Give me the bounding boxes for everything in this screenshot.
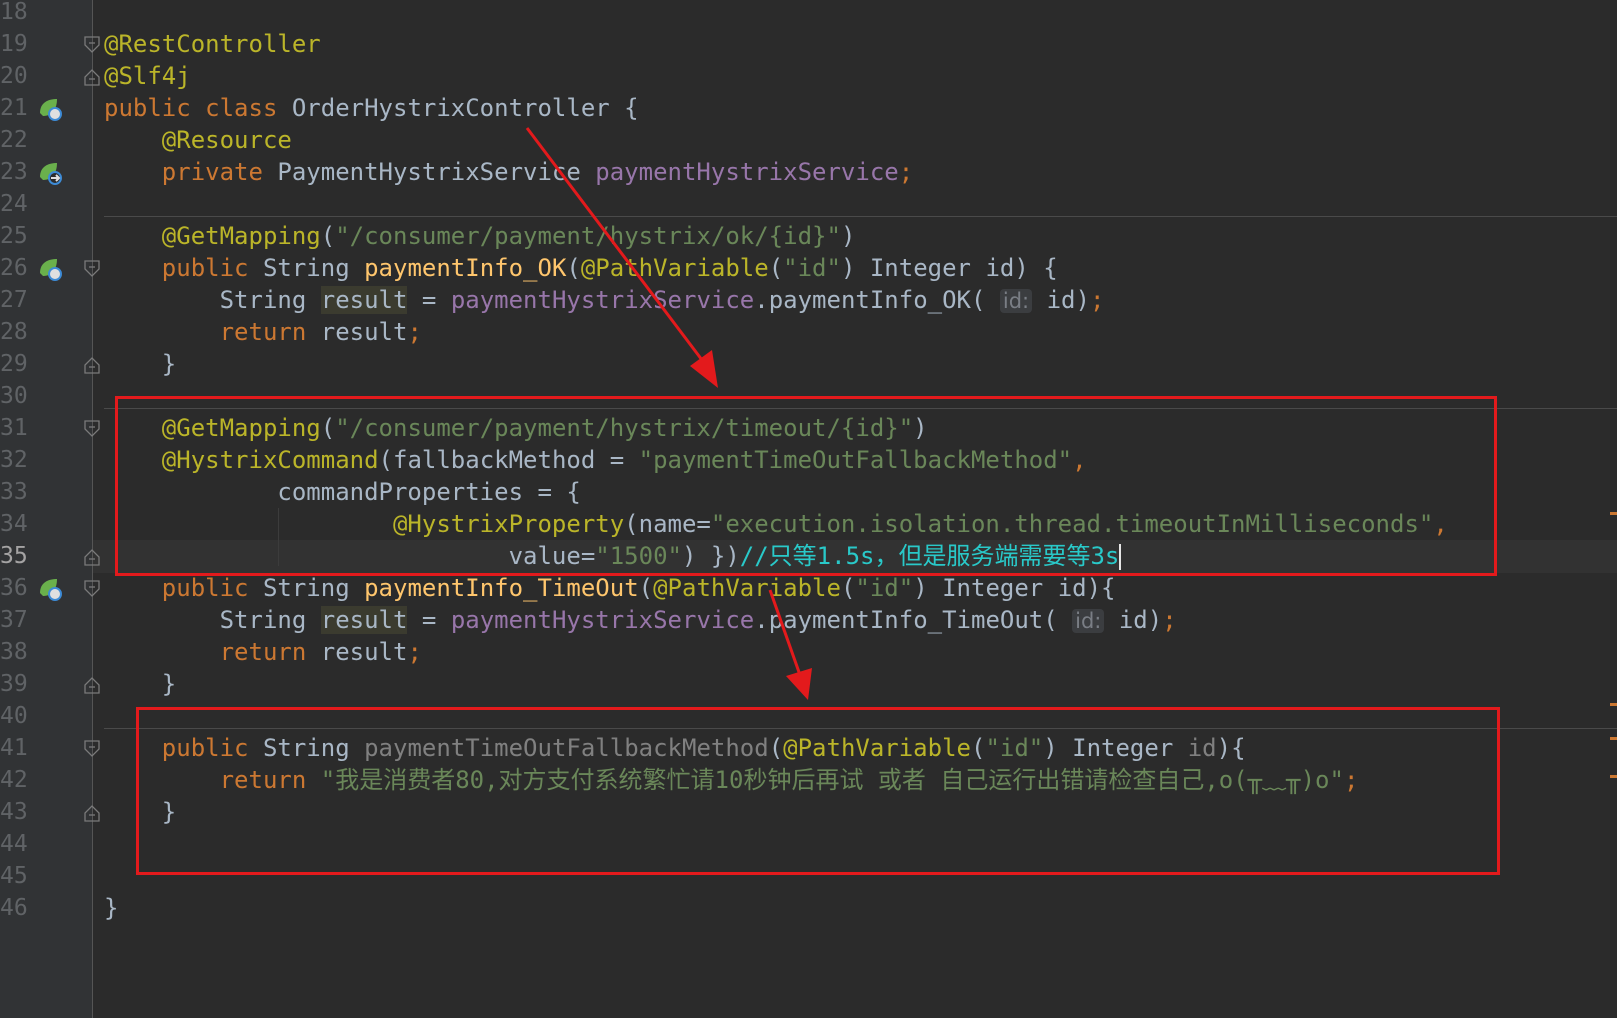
line-number: 28: [0, 319, 28, 345]
spring-bean-icon[interactable]: [37, 96, 63, 122]
line-number: 40: [0, 703, 28, 729]
line-number: 36: [0, 575, 28, 601]
gutter-row: 31: [0, 412, 110, 445]
line-number: 45: [0, 863, 28, 889]
gutter-row: 18: [0, 0, 110, 29]
gutter-row: 30: [0, 380, 110, 413]
gutter-row: 24: [0, 188, 110, 221]
web-endpoint-icon[interactable]: [37, 576, 63, 602]
gutter-row: 41: [0, 732, 110, 765]
line-number: 44: [0, 831, 28, 857]
gutter-row: 38: [0, 636, 110, 669]
autowired-navigate-icon[interactable]: [37, 160, 63, 186]
fold-collapse-icon[interactable]: [84, 260, 100, 278]
line-number: 33: [0, 479, 28, 505]
gutter-row: 19: [0, 28, 110, 61]
line-number: 42: [0, 767, 28, 793]
gutter-row: 23: [0, 156, 110, 189]
line-number: 41: [0, 735, 28, 761]
gutter-row: 36: [0, 572, 110, 605]
fold-end-icon[interactable]: [84, 804, 100, 822]
line-number: 22: [0, 127, 28, 153]
line-number: 20: [0, 63, 28, 89]
fold-end-icon[interactable]: [84, 548, 100, 566]
line-number: 29: [0, 351, 28, 377]
line-number: 25: [0, 223, 28, 249]
arrow-shaft: [525, 127, 704, 361]
fold-collapse-icon[interactable]: [84, 36, 100, 54]
annotation-arrows: [525, 127, 812, 700]
gutter-row: 43: [0, 796, 110, 829]
gutter-row: 37: [0, 604, 110, 637]
line-number: 37: [0, 607, 28, 633]
line-number: 26: [0, 255, 28, 281]
gutter-row: 29: [0, 348, 110, 381]
gutter-row: 46: [0, 892, 110, 925]
fold-end-icon[interactable]: [84, 356, 100, 374]
web-endpoint-icon[interactable]: [37, 256, 63, 282]
fold-collapse-icon[interactable]: [84, 420, 100, 438]
fold-end-icon[interactable]: [84, 676, 100, 694]
line-number: 23: [0, 159, 28, 185]
gutter-row: 40: [0, 700, 110, 733]
gutter-row: 32: [0, 444, 110, 477]
line-number: 31: [0, 415, 28, 441]
line-number: 43: [0, 799, 28, 825]
fold-collapse-icon[interactable]: [84, 740, 100, 758]
gutter-row: 25: [0, 220, 110, 253]
arrow-head: [690, 350, 718, 388]
line-number: 39: [0, 671, 28, 697]
line-number: 38: [0, 639, 28, 665]
fold-collapse-icon[interactable]: [84, 580, 100, 598]
line-number: 21: [0, 95, 28, 121]
fold-end-icon[interactable]: [84, 68, 100, 86]
gutter-row: 44: [0, 828, 110, 861]
gutter-row: 39: [0, 668, 110, 701]
line-number: 18: [0, 0, 28, 25]
line-number: 34: [0, 511, 28, 537]
gutter-row: 21: [0, 92, 110, 125]
line-number: 32: [0, 447, 28, 473]
gutter-row: 35: [0, 540, 110, 573]
gutter-row: 42: [0, 764, 110, 797]
gutter-row: 20: [0, 60, 110, 93]
gutter-row: 28: [0, 316, 110, 349]
line-number: 19: [0, 31, 28, 57]
line-number: 30: [0, 383, 28, 409]
gutter-row: 33: [0, 476, 110, 509]
line-number: 46: [0, 895, 28, 921]
arrow-shaft: [768, 589, 802, 676]
arrow-head: [786, 668, 812, 700]
gutter-row: 45: [0, 860, 110, 893]
line-number: 35: [0, 543, 28, 569]
gutter-row: 34: [0, 508, 110, 541]
gutter-row: 27: [0, 284, 110, 317]
gutter-row: 22: [0, 124, 110, 157]
line-number: 24: [0, 191, 28, 217]
gutter-row: 26: [0, 252, 110, 285]
line-number: 27: [0, 287, 28, 313]
